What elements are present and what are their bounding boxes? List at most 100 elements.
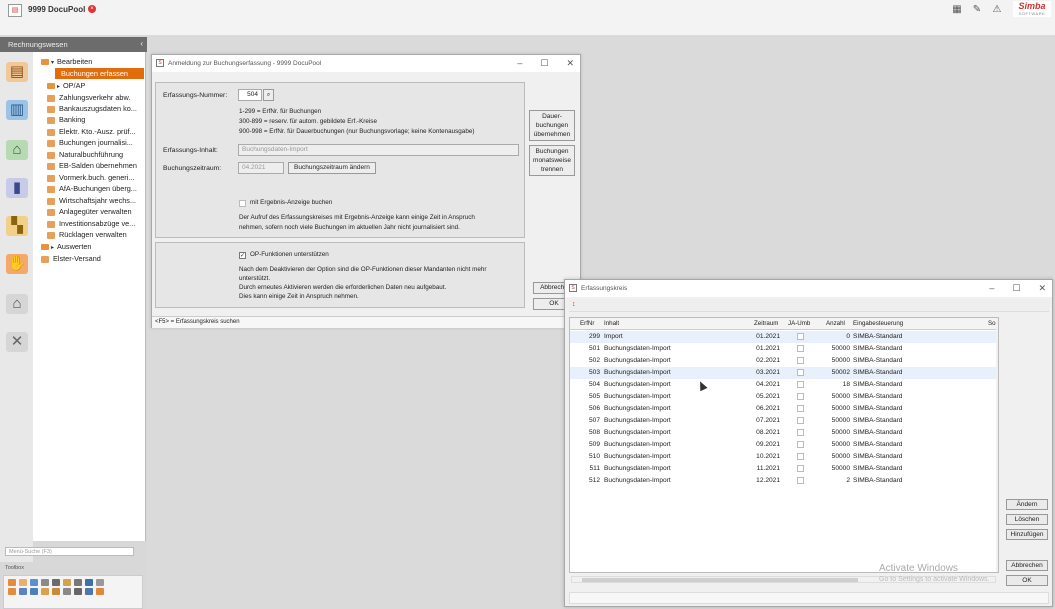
nav-item-elster-versand[interactable]: Elster-Versand xyxy=(41,253,141,264)
cell-ja-umb-checkbox[interactable] xyxy=(797,405,804,412)
close-tab-icon[interactable]: × xyxy=(88,5,96,13)
table-row[interactable]: 501 Buchungsdaten-Import 01.2021 50000 SIMBA… xyxy=(570,343,998,355)
erfassungs-nummer-input[interactable]: 504 xyxy=(238,89,262,101)
cell-ja-umb-checkbox[interactable] xyxy=(797,357,804,364)
tools-icon[interactable]: ✕ xyxy=(6,332,28,352)
tool-icon[interactable] xyxy=(63,579,71,586)
collapse-icon[interactable]: ‹ xyxy=(140,39,143,48)
table-row[interactable]: 504 Buchungsdaten-Import 04.2021 18 SIMBA-St… xyxy=(570,379,998,391)
house-icon[interactable]: ⌂ xyxy=(6,294,28,314)
ok-button[interactable]: OK xyxy=(1006,575,1048,586)
nav-item-zahlungsverkehr[interactable]: Zahlungsverkehr abw. xyxy=(47,92,144,103)
column-header-inhalt[interactable]: Inhalt xyxy=(604,318,620,330)
maximize-icon[interactable]: ☐ xyxy=(1012,283,1020,294)
maximize-icon[interactable]: ☐ xyxy=(540,58,548,69)
handshake-icon[interactable]: ✋ xyxy=(6,254,28,274)
hinzufuegen-button[interactable]: Hinzufügen xyxy=(1006,529,1048,540)
loeschen-button[interactable]: Löschen xyxy=(1006,514,1048,525)
tool-icon[interactable] xyxy=(41,579,49,586)
column-header-zeitraum[interactable]: Zeitraum xyxy=(754,318,779,330)
tool-icon[interactable] xyxy=(30,588,38,595)
ledger-icon[interactable]: ▤ xyxy=(6,62,28,82)
calculator-icon[interactable]: ▦ xyxy=(951,4,963,16)
nav-item-ruecklagen[interactable]: Rücklagen verwalten xyxy=(47,229,144,240)
sort-icon[interactable]: ↕ xyxy=(572,301,576,308)
nav-item-wirtschaftsjahr[interactable]: Wirtschaftsjahr wechs... xyxy=(47,195,144,206)
tool-icon[interactable] xyxy=(8,588,16,595)
nav-group-bearbeiten[interactable]: ▾ Bearbeiten xyxy=(41,56,141,67)
nav-item-journalisieren[interactable]: Buchungen journalisi... xyxy=(47,137,144,148)
nav-item-investitionsabzuege[interactable]: Investitionsabzüge ve... xyxy=(47,218,144,229)
cell-ja-umb-checkbox[interactable] xyxy=(797,441,804,448)
table-row[interactable]: 510 Buchungsdaten-Import 10.2021 50000 SIMBA… xyxy=(570,451,998,463)
column-header-anzahl[interactable]: Anzahl xyxy=(826,318,845,330)
aendern-button[interactable]: Ändern xyxy=(1006,499,1048,510)
cell-ja-umb-checkbox[interactable] xyxy=(797,417,804,424)
bank-icon[interactable]: ⌂ xyxy=(6,140,28,160)
binoculars-search-button[interactable]: ⌕ xyxy=(263,89,274,101)
cell-ja-umb-checkbox[interactable] xyxy=(797,477,804,484)
column-header-erfnr[interactable]: ErfNr xyxy=(580,318,595,330)
nav-item-bankauszugsdaten[interactable]: Bankauszugsdaten ko... xyxy=(47,103,144,114)
tool-icon[interactable] xyxy=(41,588,49,595)
dauerbuchungen-uebernehmen-button[interactable]: Dauer- buchungen übernehmen xyxy=(529,110,575,141)
column-header-ja-umb[interactable]: JA-Umb xyxy=(788,318,811,330)
table-row[interactable]: 509 Buchungsdaten-Import 09.2021 50000 SIMBA… xyxy=(570,439,998,451)
table-row[interactable]: 506 Buchungsdaten-Import 06.2021 50000 SIMBA… xyxy=(570,403,998,415)
screens-icon[interactable]: ▥ xyxy=(6,100,28,120)
tool-icon[interactable] xyxy=(74,579,82,586)
tool-icon[interactable] xyxy=(19,588,27,595)
cell-ja-umb-checkbox[interactable] xyxy=(797,429,804,436)
nav-group-opap[interactable]: ▸ OP/AP xyxy=(47,80,143,91)
app-icon[interactable]: ▤ xyxy=(8,4,22,17)
nav-item-naturalbuchfuehrung[interactable]: Naturalbuchführung xyxy=(47,149,144,160)
tool-icon[interactable] xyxy=(85,588,93,595)
nav-group-auswerten[interactable]: ▸ Auswerten xyxy=(41,241,141,252)
table-row[interactable]: 505 Buchungsdaten-Import 05.2021 50000 SIMBA… xyxy=(570,391,998,403)
tool-icon[interactable] xyxy=(96,588,104,595)
cell-ja-umb-checkbox[interactable] xyxy=(797,345,804,352)
close-icon[interactable]: ✕ xyxy=(1038,283,1046,294)
menu-search-input[interactable]: Menü-Suche (F3) xyxy=(5,547,134,556)
structure-icon[interactable]: ▚ xyxy=(6,216,28,236)
table-row[interactable]: 508 Buchungsdaten-Import 08.2021 50000 SIMBA… xyxy=(570,427,998,439)
abbrechen-button[interactable]: Abbrechen xyxy=(1006,560,1048,571)
tool-icon[interactable] xyxy=(52,588,60,595)
tool-icon[interactable] xyxy=(30,579,38,586)
table-row[interactable]: 503 Buchungsdaten-Import 03.2021 50002 SIMBA… xyxy=(570,367,998,379)
nav-item-afa-buchungen[interactable]: AfA-Buchungen überg... xyxy=(47,183,144,194)
table-row[interactable]: 511 Buchungsdaten-Import 11.2021 50000 SIMBA… xyxy=(570,463,998,475)
nav-item-banking[interactable]: Banking xyxy=(47,114,144,125)
cell-ja-umb-checkbox[interactable] xyxy=(797,465,804,472)
tool-icon[interactable] xyxy=(96,579,104,586)
warning-icon[interactable]: ⚠ xyxy=(991,4,1003,16)
vertical-scrollbar[interactable] xyxy=(996,318,998,572)
nav-item-eb-salden[interactable]: EB-Salden übernehmen xyxy=(47,160,144,171)
column-header-so[interactable]: So xyxy=(988,318,996,330)
minimize-icon[interactable]: – xyxy=(989,283,994,294)
table-row[interactable]: 512 Buchungsdaten-Import 12.2021 2 SIMBA-Sta… xyxy=(570,475,998,487)
erfassungs-inhalt-input[interactable]: Buchungsdaten-Import xyxy=(238,144,519,156)
nav-item-elektr-kto[interactable]: Elektr. Kto.-Ausz. prüf... xyxy=(47,126,144,137)
buchungszeitraum-aendern-button[interactable]: Buchungszeitraum ändern xyxy=(288,162,376,174)
nav-item-buchungen-erfassen[interactable]: Buchungen erfassen xyxy=(55,68,144,79)
scrollbar-thumb[interactable] xyxy=(582,578,858,582)
tool-icon[interactable] xyxy=(8,579,16,586)
nav-item-vormerkbuchungen[interactable]: Vormerk.buch. generi... xyxy=(47,172,144,183)
buchungszeitraum-input[interactable]: 04.2021 xyxy=(238,162,284,174)
cell-ja-umb-checkbox[interactable] xyxy=(797,333,804,340)
close-icon[interactable]: ✕ xyxy=(566,58,574,69)
cell-ja-umb-checkbox[interactable] xyxy=(797,381,804,388)
tool-icon[interactable] xyxy=(52,579,60,586)
minimize-icon[interactable]: – xyxy=(517,58,522,69)
tool-icon[interactable] xyxy=(74,588,82,595)
table-row[interactable]: 502 Buchungsdaten-Import 02.2021 50000 SIMBA… xyxy=(570,355,998,367)
monatsweise-trennen-button[interactable]: Buchungen monatsweise trennen xyxy=(529,145,575,176)
megaphone-icon[interactable]: ✎ xyxy=(971,4,983,16)
tool-icon[interactable] xyxy=(85,579,93,586)
column-header-eingabesteuerung[interactable]: Eingabesteuerung xyxy=(853,318,904,330)
chart-icon[interactable]: ▮ xyxy=(6,178,28,198)
tool-icon[interactable] xyxy=(63,588,71,595)
ergebnis-anzeige-checkbox[interactable] xyxy=(239,200,246,207)
tool-icon[interactable] xyxy=(19,579,27,586)
